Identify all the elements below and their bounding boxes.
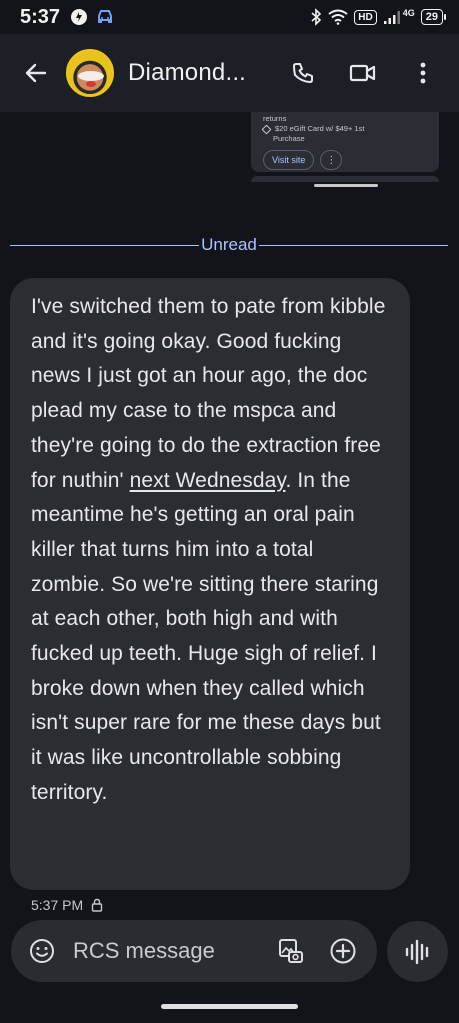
emoji-icon xyxy=(30,939,54,963)
tag-icon xyxy=(261,124,272,134)
date-link[interactable]: next Wednesday xyxy=(130,469,286,492)
preview-card-edge xyxy=(251,176,439,182)
unread-label: Unread xyxy=(201,235,257,254)
phone-icon xyxy=(293,63,313,83)
preview-text-line: returns xyxy=(263,114,287,123)
message-timestamp: 5:37 PM xyxy=(31,897,84,913)
app-bar: Diamond... xyxy=(0,34,459,112)
gallery-button[interactable] xyxy=(265,922,317,980)
bluetooth-icon xyxy=(310,8,322,26)
message-timestamp-row: 5:37 PM xyxy=(31,896,103,914)
message-text: I've switched them to pate from kibble a… xyxy=(31,290,390,811)
message-input[interactable]: RCS message xyxy=(73,938,265,964)
emoji-button[interactable] xyxy=(13,922,71,980)
lock-icon xyxy=(91,898,103,912)
car-icon xyxy=(96,9,114,25)
status-time: 5:37 xyxy=(20,5,61,28)
more-options-button[interactable] xyxy=(393,43,453,103)
voice-message-button[interactable] xyxy=(387,921,448,982)
preview-offer: $20 eGift Card w/ $49+ 1st xyxy=(275,124,365,133)
status-bar: 5:37 HD 4G 29 xyxy=(0,0,459,34)
battery-indicator: 29 xyxy=(420,9,447,25)
back-arrow-icon xyxy=(25,63,47,83)
voice-icon xyxy=(405,939,428,964)
gallery-icon xyxy=(279,939,303,963)
video-call-button[interactable] xyxy=(333,43,393,103)
divider-line xyxy=(10,244,200,246)
home-indicator[interactable] xyxy=(161,1004,298,1009)
message-text-part: . In the meantime he's getting an oral p… xyxy=(31,468,381,804)
message-composer: RCS message xyxy=(11,920,377,982)
call-button[interactable] xyxy=(273,43,333,103)
more-vert-icon xyxy=(420,62,426,84)
avatar[interactable] xyxy=(66,49,114,97)
preview-more-button[interactable]: ⋮ xyxy=(320,150,343,170)
add-attachment-button[interactable] xyxy=(317,922,369,980)
message-text-part: I've switched them to pate from kibble a… xyxy=(31,295,386,492)
back-button[interactable] xyxy=(6,43,66,103)
carousel-scroll-indicator xyxy=(314,184,378,187)
network-type: 4G xyxy=(402,8,415,18)
add-icon xyxy=(330,938,356,964)
unread-divider: Unread xyxy=(10,234,449,256)
preview-offer-line2: Purchase xyxy=(273,134,305,143)
network-badge: HD xyxy=(354,9,377,25)
video-call-icon xyxy=(349,64,376,82)
wifi-icon xyxy=(328,9,348,25)
visit-site-button[interactable]: Visit site xyxy=(263,150,315,170)
link-preview-card[interactable]: returns $20 eGift Card w/ $49+ 1st Purch… xyxy=(251,112,439,172)
contact-name[interactable]: Diamond... xyxy=(128,59,246,87)
app-notification-icon xyxy=(70,8,88,26)
signal-icon xyxy=(383,10,401,24)
divider-line xyxy=(258,244,449,246)
message-bubble[interactable]: I've switched them to pate from kibble a… xyxy=(10,278,410,890)
